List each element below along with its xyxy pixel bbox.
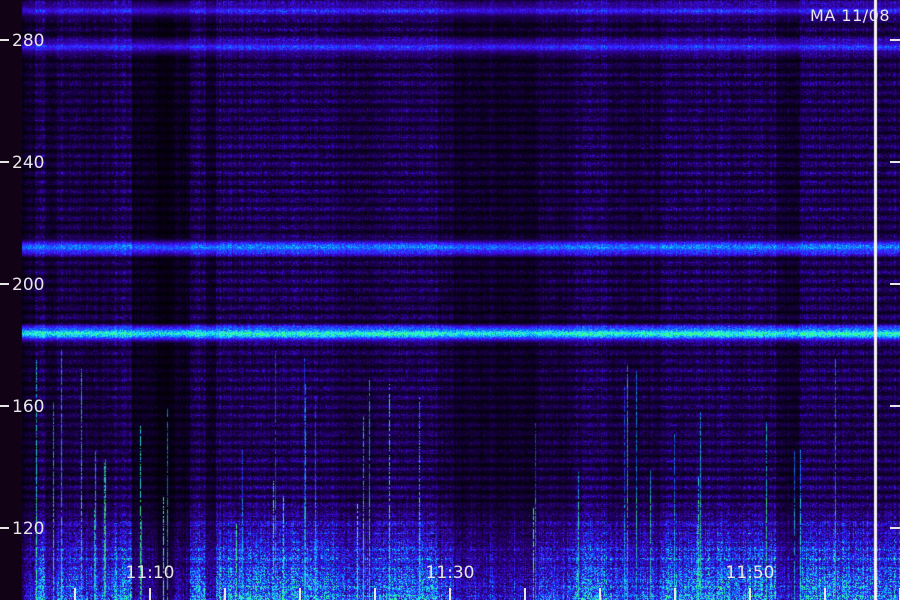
y-tick-left bbox=[0, 161, 9, 163]
x-tick bbox=[224, 588, 226, 600]
chart-overlay: 120 160 200 240 280 11:10 11:30 11:50 bbox=[0, 31, 900, 600]
x-tick bbox=[599, 588, 601, 600]
x-tick-label: 11:50 bbox=[726, 563, 775, 583]
x-tick bbox=[74, 588, 76, 600]
y-axis: 120 160 200 240 280 bbox=[0, 31, 900, 539]
x-tick-label: 11:10 bbox=[126, 563, 175, 583]
x-tick bbox=[299, 588, 301, 600]
y-tick-right bbox=[890, 405, 900, 407]
x-tick bbox=[674, 588, 676, 600]
x-tick bbox=[149, 588, 151, 600]
x-tick bbox=[374, 588, 376, 600]
y-tick-label: 120 bbox=[12, 519, 44, 539]
y-tick-label: 240 bbox=[12, 153, 44, 173]
y-tick-label: 160 bbox=[12, 397, 44, 417]
y-tick-left bbox=[0, 405, 9, 407]
x-axis: 11:10 11:30 11:50 bbox=[74, 563, 900, 600]
x-tick bbox=[749, 588, 751, 600]
x-tick-label: 11:30 bbox=[426, 563, 475, 583]
x-tick bbox=[524, 588, 526, 600]
date-stamp: MA 11/08 bbox=[810, 6, 890, 25]
y-tick-right bbox=[890, 39, 900, 41]
x-tick bbox=[449, 588, 451, 600]
y-tick-label: 200 bbox=[12, 275, 44, 295]
x-tick bbox=[824, 588, 826, 600]
y-tick-label: 280 bbox=[12, 31, 44, 51]
y-tick-left bbox=[0, 283, 9, 285]
y-tick-left bbox=[0, 527, 9, 529]
y-tick-left bbox=[0, 39, 9, 41]
y-tick-right bbox=[890, 283, 900, 285]
y-tick-right bbox=[890, 527, 900, 529]
y-tick-right bbox=[890, 161, 900, 163]
